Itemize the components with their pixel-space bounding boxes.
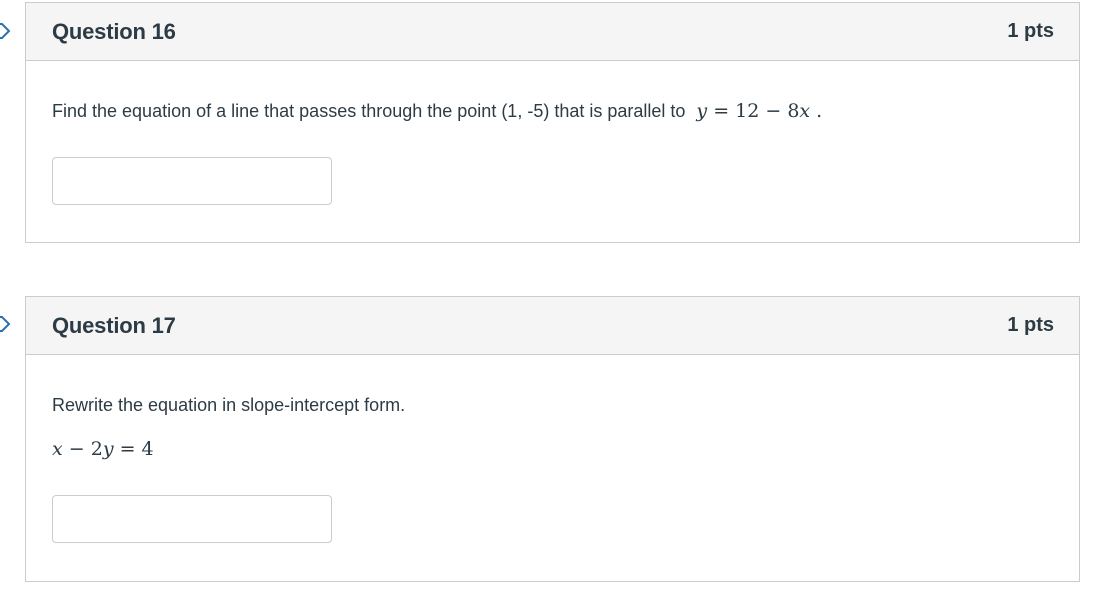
question-16-prompt-text: Find the equation of a line that passes … bbox=[52, 101, 686, 121]
question-16-title: Question 16 bbox=[52, 18, 176, 44]
math-eq-rhs: = 4 bbox=[113, 438, 154, 460]
flag-question-17-icon[interactable] bbox=[0, 315, 12, 333]
question-17-equation: x − 2y = 4 bbox=[52, 437, 1053, 461]
question-17-header: Question 17 1 pts bbox=[26, 297, 1079, 355]
math-var-x: x bbox=[52, 438, 63, 460]
question-17-body: Rewrite the equation in slope-intercept … bbox=[26, 393, 1079, 543]
question-16-answer-input[interactable] bbox=[52, 157, 332, 205]
question-17-prompt: Rewrite the equation in slope-intercept … bbox=[52, 395, 406, 415]
math-mid: − 2 bbox=[62, 438, 103, 460]
question-17-title: Question 17 bbox=[52, 312, 176, 338]
question-17-card: Question 17 1 pts Rewrite the equation i… bbox=[25, 296, 1080, 582]
question-16-equation: y = 12 − 8x . bbox=[696, 100, 822, 122]
flag-question-16-icon[interactable] bbox=[0, 22, 12, 40]
math-var-y: y bbox=[696, 100, 708, 122]
question-16-body: Find the equation of a line that passes … bbox=[26, 99, 1079, 205]
question-16-card: Question 16 1 pts Find the equation of a… bbox=[25, 2, 1080, 243]
math-eq-rhs: = 12 − 8 bbox=[707, 100, 800, 122]
question-16-header: Question 16 1 pts bbox=[26, 3, 1079, 61]
math-tail: . bbox=[810, 100, 823, 122]
question-17-points: 1 pts bbox=[1007, 314, 1054, 336]
question-17-answer-input[interactable] bbox=[52, 495, 332, 543]
math-var-x: x bbox=[799, 100, 811, 122]
question-16-prompt: Find the equation of a line that passes … bbox=[52, 99, 1053, 123]
question-16-points: 1 pts bbox=[1007, 20, 1054, 42]
math-var-y: y bbox=[102, 438, 114, 460]
